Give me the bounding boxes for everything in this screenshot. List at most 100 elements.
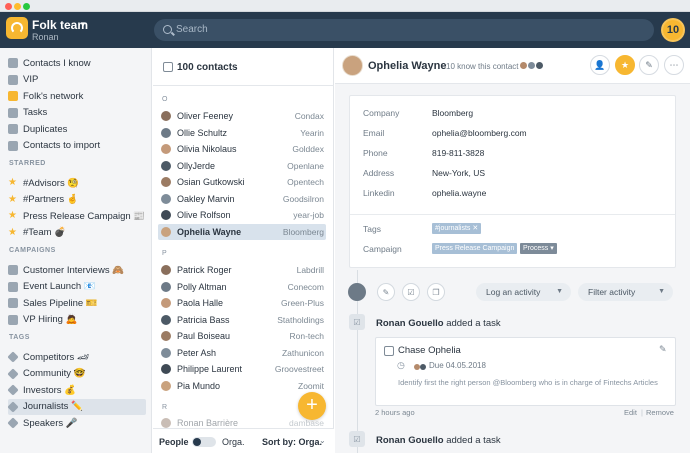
sort-dropdown[interactable]: Sort by: Orga. — [262, 437, 322, 447]
contact-name: Polly Altman — [177, 281, 227, 292]
sidebar-item-label: Contacts to import — [23, 140, 101, 151]
activity-user[interactable]: Ronan Gouello — [376, 435, 444, 446]
task-checkbox[interactable] — [384, 346, 394, 356]
contact-row[interactable]: Polly Altman Conecom — [158, 279, 326, 295]
campaign-tag[interactable]: Press Release Campaign — [432, 243, 518, 254]
activity-user[interactable]: Ronan Gouello — [376, 318, 444, 329]
contact-company: year-job — [293, 210, 324, 220]
know-count[interactable]: 10 know this contact — [446, 62, 518, 71]
sidebar-item-label: Tasks — [23, 107, 48, 118]
avatar — [161, 144, 171, 154]
contact-company: Goodsilron — [282, 193, 324, 204]
contact-detail: Ophelia Wayne 10 know this contact 👤 ★ ✎… — [335, 48, 690, 453]
edit-icon[interactable]: ✎ — [659, 344, 667, 355]
maximize-window-button[interactable] — [23, 3, 30, 10]
task-icon[interactable]: ☑ — [402, 283, 420, 301]
tag-journalists[interactable]: #journalists ✕ — [432, 223, 482, 234]
chevron-down-icon[interactable]: ▼ — [79, 20, 87, 29]
contact-row[interactable]: Pia Mundo Zoomit — [158, 378, 326, 394]
contact-row[interactable]: OllyJerde Openlane — [158, 158, 326, 174]
edit-button[interactable]: ✎ — [639, 55, 659, 75]
sidebar: Contacts I know VIP Folk's network Tasks Dup… — [0, 48, 152, 453]
contact-name: Patricia Bass — [177, 314, 230, 325]
duplicate-icon[interactable]: ❐ — [427, 283, 445, 301]
folk-logo-icon[interactable] — [6, 17, 28, 39]
sidebar-item[interactable]: Tasks — [8, 105, 146, 121]
search-input[interactable]: Search — [154, 19, 654, 41]
contact-name: Patrick Roger — [177, 265, 232, 275]
select-all-checkbox[interactable] — [163, 62, 173, 72]
sidebar-item[interactable]: ★ #Team 💣 — [8, 225, 146, 241]
sidebar-item[interactable]: Contacts to import — [8, 138, 146, 154]
contact-company: Yearin — [300, 127, 324, 138]
task-edit-link[interactable]: Edit — [624, 408, 637, 417]
contact-row[interactable]: Ophelia Wayne Bloomberg — [158, 223, 326, 240]
contact-row[interactable]: Peter Ash Zathunicon — [158, 345, 326, 361]
sidebar-item[interactable]: VIP — [8, 72, 146, 88]
task-title[interactable]: Chase Ophelia — [398, 345, 461, 356]
contact-row[interactable]: Oakley Marvin Goodsilron — [158, 191, 326, 207]
sidebar-item[interactable]: Folk's network — [8, 88, 146, 104]
task-remove-link[interactable]: Remove — [646, 408, 674, 417]
contact-row[interactable]: Patricia Bass Statholdings — [158, 312, 326, 328]
contact-row[interactable]: Oliver Feeney Condax — [158, 108, 326, 124]
field-value[interactable]: ophelia@bloomberg.com — [432, 128, 527, 138]
contact-row[interactable]: Philippe Laurent Groovestreet — [158, 361, 326, 377]
field-value[interactable]: ophelia.wayne — [432, 188, 486, 198]
star-button[interactable]: ★ — [615, 55, 635, 75]
sidebar-item[interactable]: Duplicates — [8, 121, 146, 137]
filter-activity-dropdown[interactable]: Filter activity ▼ — [578, 283, 673, 301]
sidebar-item[interactable]: Speakers 🎤 — [7, 415, 146, 431]
activity-item: Ronan Gouello added a task — [376, 318, 501, 329]
close-window-button[interactable] — [5, 3, 12, 10]
notification-badge[interactable]: 10 — [661, 18, 685, 42]
sidebar-item[interactable]: Competitors 🏎 — [7, 349, 146, 365]
people-orga-toggle[interactable] — [192, 437, 216, 447]
field-value[interactable]: New-York, US — [432, 168, 485, 178]
sidebar-item[interactable]: Journalists ✏️ — [7, 398, 146, 415]
contact-row[interactable]: Paul Boiseau Ron-tech — [158, 328, 326, 344]
sidebar-item[interactable]: VP Hiring 🙇 — [8, 312, 146, 328]
add-contact-button[interactable]: + — [298, 392, 326, 420]
sidebar-item[interactable]: ★ Press Release Campaign 📰 — [8, 208, 146, 224]
log-activity-dropdown[interactable]: Log an activity ▼ — [476, 283, 571, 301]
field-value[interactable]: Bloomberg — [432, 108, 473, 118]
sidebar-item[interactable]: Contacts I know — [8, 55, 146, 71]
contact-row[interactable]: Paola Halle Green-Plus — [158, 295, 326, 311]
contact-row[interactable]: Patrick Roger Labdrill — [158, 262, 326, 278]
sidebar-item-label: Press Release Campaign 📰 — [23, 210, 146, 222]
chevron-down-icon[interactable]: ⌄ — [319, 436, 326, 445]
minimize-window-button[interactable] — [14, 3, 21, 10]
contact-name: Ophelia Wayne — [368, 60, 447, 72]
group-letter-r: R — [162, 404, 168, 411]
sidebar-item[interactable]: Community 🤓 — [7, 366, 146, 382]
contact-row[interactable]: Osian Gutkowski Opentech — [158, 174, 326, 190]
task-description: Identify first the right person @Bloombe… — [398, 378, 658, 387]
sidebar-item[interactable]: ★ #Partners 🤞 — [8, 192, 146, 208]
star-icon: ★ — [8, 193, 17, 205]
sidebar-item[interactable]: Customer Interviews 🙈 — [8, 262, 146, 278]
filter-activity-label: Filter activity — [588, 287, 636, 297]
contact-row[interactable]: Olive Rolfson year-job — [158, 207, 326, 223]
more-menu-button[interactable]: ⋯ — [664, 55, 684, 75]
contact-row[interactable]: Olivia Nikolaus Golddex — [158, 141, 326, 157]
contact-name: Olivia Nikolaus — [177, 144, 237, 154]
campaign-status-dropdown[interactable]: Process ▾ — [520, 243, 557, 254]
avatar — [161, 160, 171, 171]
orga-label: Orga. — [222, 437, 245, 447]
avatar — [161, 193, 171, 204]
contact-name: OllyJerde — [177, 160, 216, 171]
field-value[interactable]: 819-811-3828 — [432, 148, 484, 158]
contact-row[interactable]: Ollie Schultz Yearin — [158, 125, 326, 141]
sidebar-item[interactable]: Event Launch 📧 — [8, 279, 146, 295]
sidebar-item-label: Sales Pipeline 🎫 — [23, 297, 98, 309]
people-label: People — [159, 437, 189, 447]
assign-user-button[interactable]: 👤 — [590, 55, 610, 75]
contact-company: Opentech — [287, 177, 324, 187]
sidebar-item[interactable]: Investors 💰 — [7, 382, 146, 398]
sidebar-item[interactable]: ★ #Advisors 🧐 — [8, 175, 146, 191]
contact-name: Oakley Marvin — [177, 193, 235, 204]
list-footer: People Orga. Sort by: Orga. ⌄ — [153, 428, 334, 453]
note-icon[interactable]: ✎ — [377, 283, 395, 301]
sidebar-item[interactable]: Sales Pipeline 🎫 — [8, 295, 146, 311]
